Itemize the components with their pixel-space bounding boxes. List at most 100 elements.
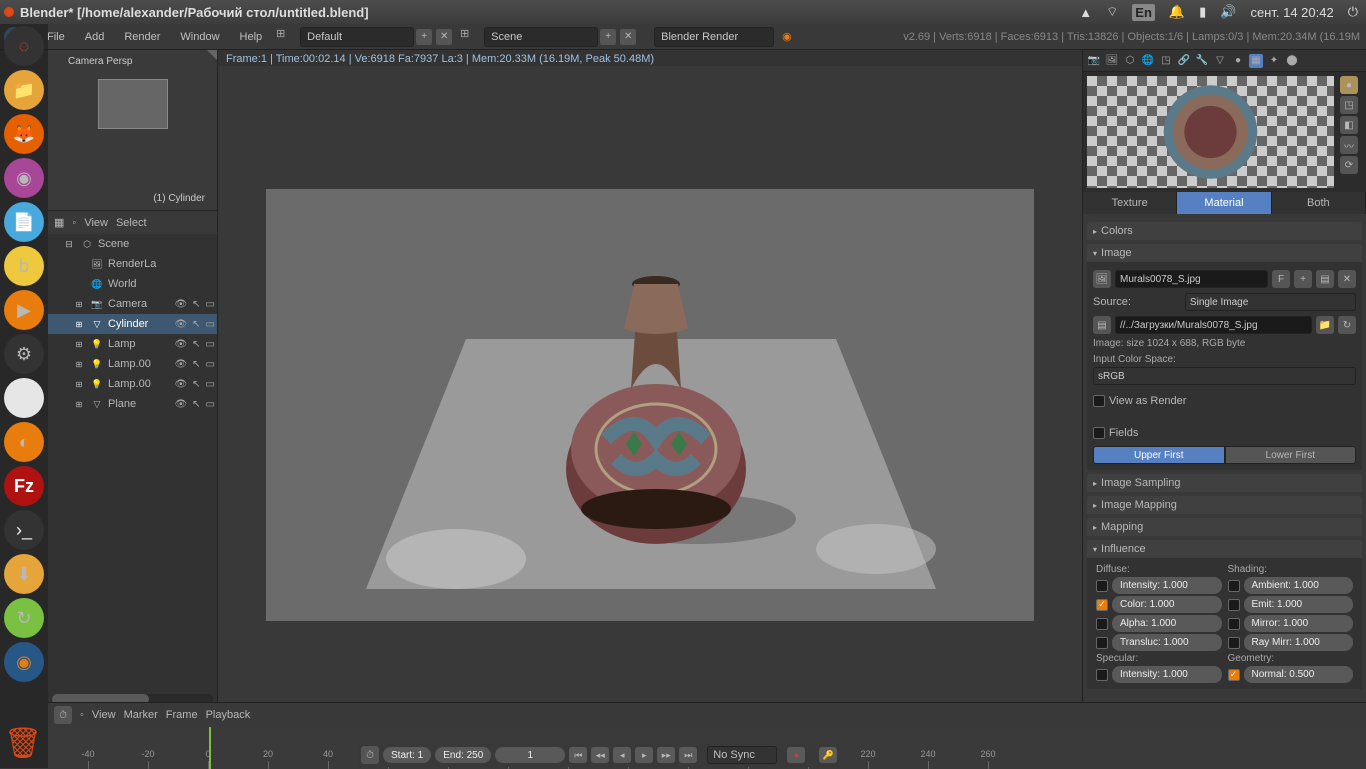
normal-value[interactable]: Normal: 0.500 [1244, 666, 1354, 683]
unlink-image-button[interactable]: ✕ [1338, 270, 1356, 288]
corner-widget[interactable] [207, 50, 217, 60]
fake-user-button[interactable]: F [1272, 270, 1290, 288]
add-menu[interactable]: Add [75, 31, 115, 43]
scene-select[interactable]: Scene [484, 27, 598, 47]
outliner-item-camera[interactable]: ⊞📷Camera👁↖▭ [48, 294, 217, 314]
firefox-icon[interactable]: 🦊 [4, 114, 44, 154]
color-value[interactable]: Color: 1.000 [1112, 596, 1222, 613]
intensity-value[interactable]: Intensity: 1.000 [1112, 577, 1222, 594]
battery-icon[interactable]: ▮ [1199, 4, 1206, 20]
outliner-item-lamp.00[interactable]: ⊞💡Lamp.00👁↖▭ [48, 374, 217, 394]
app-icon-2[interactable]: b [4, 246, 44, 286]
transluc-value[interactable]: Transluc: 1.000 [1112, 634, 1222, 651]
start-frame-field[interactable]: Start: 1 [383, 747, 431, 763]
data-tab-icon[interactable]: ▽ [1213, 54, 1227, 68]
volume-icon[interactable]: 🔊 [1220, 4, 1236, 20]
alpha-value[interactable]: Alpha: 1.000 [1112, 615, 1222, 632]
preview-flat-button[interactable]: ● [1340, 76, 1358, 94]
clock[interactable]: сент. 14 20:42 [1250, 5, 1333, 20]
select-menu[interactable]: Select [116, 217, 147, 229]
mirror-value[interactable]: Mirror: 1.000 [1244, 615, 1354, 632]
emit-checkbox[interactable] [1228, 599, 1240, 611]
playback-menu[interactable]: Playback [206, 709, 251, 721]
updater-icon[interactable]: ↻ [4, 598, 44, 638]
software-center-icon[interactable]: ⬇ [4, 554, 44, 594]
constraints-tab-icon[interactable]: 🔗 [1177, 54, 1191, 68]
screen-browse-icon[interactable]: ⊞ [276, 27, 296, 47]
view-menu[interactable]: View [92, 709, 116, 721]
use-preview-range-button[interactable]: ⏱ [361, 746, 379, 764]
files-icon[interactable]: 📁 [4, 70, 44, 110]
filepath-field[interactable]: //../Загрузки/Murals0078_S.jpg [1115, 316, 1312, 334]
transluc-checkbox[interactable] [1096, 637, 1108, 649]
render-viewport[interactable] [218, 66, 1082, 744]
alpha-checkbox[interactable] [1096, 618, 1108, 630]
outliner-item-world[interactable]: 🌐World [48, 274, 217, 294]
sampling-panel-header[interactable]: Image Sampling [1087, 474, 1362, 492]
physics-tab-icon[interactable]: ⬤ [1285, 54, 1299, 68]
both-tab[interactable]: Both [1272, 192, 1366, 214]
outliner-item-lamp.00[interactable]: ⊞💡Lamp.00👁↖▭ [48, 354, 217, 374]
texture-preview-image[interactable] [1087, 76, 1334, 188]
view-menu[interactable]: View [84, 217, 108, 229]
add-layout-button[interactable]: + [416, 29, 432, 45]
raymirr-value[interactable]: Ray Mirr: 1.000 [1244, 634, 1354, 651]
upper-first-button[interactable]: Upper First [1093, 446, 1225, 464]
sound-icon[interactable]: ▲ [1079, 5, 1092, 20]
normal-checkbox[interactable] [1228, 669, 1240, 681]
keying-set-icon[interactable]: 🔑 [819, 747, 837, 763]
browse-file-button[interactable]: 📁 [1316, 316, 1334, 334]
expand-icon[interactable]: ◦ [80, 709, 84, 721]
add-scene-button[interactable]: + [600, 29, 616, 45]
viewport-3d[interactable]: Camera Persp (1) Cylinder [48, 50, 217, 210]
color-checkbox[interactable] [1096, 599, 1108, 611]
engine-select[interactable]: Blender Render [654, 27, 774, 47]
editor-type-icon[interactable]: ▦ [54, 216, 64, 229]
jump-end-button[interactable]: ⏭ [679, 747, 697, 763]
steam-icon[interactable]: ⚙ [4, 334, 44, 374]
texture-tab[interactable]: Texture [1083, 192, 1177, 214]
layers-tab-icon[interactable]: 🖼 [1105, 54, 1119, 68]
view-as-render-checkbox[interactable] [1093, 395, 1105, 407]
app-icon-4[interactable]: ◐ [4, 422, 44, 462]
jump-start-button[interactable]: ⏮ [569, 747, 587, 763]
file-icon[interactable]: ▤ [1093, 316, 1111, 334]
texture-tab-icon[interactable]: ▦ [1249, 54, 1263, 68]
outliner-item-renderla[interactable]: 🖼RenderLa [48, 254, 217, 274]
help-menu[interactable]: Help [230, 31, 273, 43]
bell-icon[interactable]: 🔔 [1169, 4, 1185, 20]
jump-next-key-button[interactable]: ▸▸ [657, 747, 675, 763]
terminal-icon[interactable]: ›_ [4, 510, 44, 550]
intensity-checkbox[interactable] [1096, 580, 1108, 592]
document-icon[interactable]: 📄 [4, 202, 44, 242]
outliner[interactable]: ⊟⬡Scene🖼RenderLa🌐World⊞📷Camera👁↖▭⊞▽Cylin… [48, 234, 217, 744]
world-tab-icon[interactable]: 🌐 [1141, 54, 1155, 68]
app-icon-1[interactable]: ◉ [4, 158, 44, 198]
render-menu[interactable]: Render [114, 31, 170, 43]
window-menu[interactable]: Window [170, 31, 229, 43]
wifi-icon[interactable]: ⌔ [1106, 4, 1118, 20]
scene-browse-icon[interactable]: ⊞ [460, 27, 480, 47]
timeline-ruler[interactable]: -40-200204060801001201401601802002202402… [48, 727, 1366, 769]
scene-tab-icon[interactable]: ⬡ [1123, 54, 1137, 68]
close-scene-button[interactable]: ✕ [620, 29, 636, 45]
mirror-checkbox[interactable] [1228, 618, 1240, 630]
media-icon[interactable]: ▶ [4, 290, 44, 330]
ambient-checkbox[interactable] [1228, 580, 1240, 592]
timeline-playhead[interactable] [209, 727, 211, 769]
close-window-icon[interactable] [4, 7, 14, 17]
outliner-item-scene[interactable]: ⊟⬡Scene [48, 234, 217, 254]
auto-keyframe-button[interactable]: ● [787, 747, 805, 763]
material-tab[interactable]: Material [1177, 192, 1271, 214]
render-tab-icon[interactable]: 📷 [1087, 54, 1101, 68]
influence-panel-header[interactable]: Influence [1087, 540, 1362, 558]
marker-menu[interactable]: Marker [124, 709, 158, 721]
preview-refresh-button[interactable]: ⟳ [1340, 156, 1358, 174]
layout-select[interactable]: Default [300, 27, 414, 47]
dash-icon[interactable]: ◌ [4, 26, 44, 66]
reload-file-button[interactable]: ↻ [1338, 316, 1356, 334]
properties-scroll[interactable]: Colors Image 🖼 Murals0078_S.jpg F + ▤ ✕ … [1083, 214, 1366, 693]
modifiers-tab-icon[interactable]: 🔧 [1195, 54, 1209, 68]
end-frame-field[interactable]: End: 250 [435, 747, 491, 763]
spec-intensity-checkbox[interactable] [1096, 669, 1108, 681]
